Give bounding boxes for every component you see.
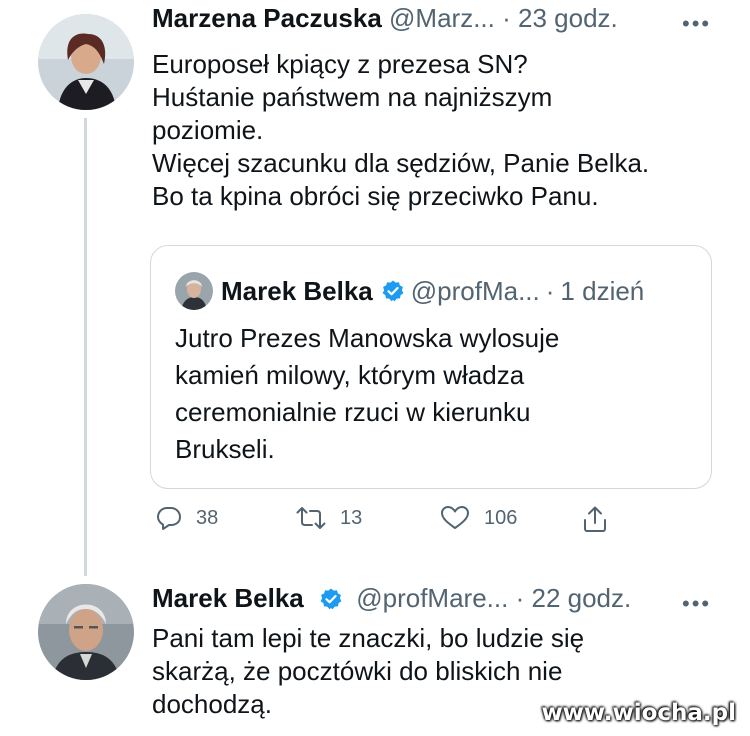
quote-line: ceremonialnie rzuci w kierunku <box>175 397 531 427</box>
watermark: www.wiocha.pl <box>541 700 736 726</box>
tweet1-author-name[interactable]: Marzena Paczuska <box>152 3 382 33</box>
heart-icon <box>441 506 469 529</box>
tweet2-header: Marek Belka @profMare... · 22 godz. <box>152 582 631 614</box>
quote-text: Jutro Prezes Manowska wylosuje kamień mi… <box>175 320 559 468</box>
tweet1-line: Huśtanie państwem na najniższym <box>152 82 553 112</box>
tweet1-line: Europoseł kpiący z prezesa SN? <box>152 49 528 79</box>
quote-header: Marek Belka @profMa... · 1 dzień <box>175 272 644 310</box>
avatar-marek-belka[interactable] <box>38 584 134 680</box>
quote-line: Brukseli. <box>175 434 275 464</box>
tweet1-text: Europoseł kpiący z prezesa SN? Huśtanie … <box>152 48 649 213</box>
quoted-tweet-card[interactable]: Marek Belka @profMa... · 1 dzień Jutro P… <box>150 245 712 489</box>
reply-count: 38 <box>196 506 219 529</box>
like-button[interactable]: 106 <box>440 505 517 531</box>
verified-badge-icon <box>382 280 404 302</box>
like-count: 106 <box>484 506 518 529</box>
more-dots-icon[interactable]: ••• <box>682 13 711 35</box>
tweet1-timestamp[interactable]: 23 godz. <box>518 3 618 33</box>
verified-badge-icon <box>320 588 342 610</box>
retweet-icon <box>296 507 326 529</box>
thread-connector-line <box>84 118 87 576</box>
quote-avatar <box>175 272 213 310</box>
avatar-marzena[interactable] <box>38 14 134 110</box>
tweet1-header: Marzena Paczuska @Marz... · 23 godz. <box>152 2 618 34</box>
quote-separator: · <box>545 276 555 306</box>
tweet1-line: poziomie. <box>152 115 264 145</box>
quote-line: kamień milowy, którym władza <box>175 360 525 390</box>
tweet2-text: Pani tam lepi te znaczki, bo ludzie się … <box>152 622 584 721</box>
quote-line: Jutro Prezes Manowska wylosuje <box>175 323 560 353</box>
reply-button[interactable]: 38 <box>156 505 218 531</box>
tweet2-author-name[interactable]: Marek Belka <box>152 583 304 613</box>
tweet2-handle[interactable]: @profMare... <box>356 583 508 613</box>
tweet1-action-bar: 38 13 106 <box>150 505 620 541</box>
more-dots-icon[interactable]: ••• <box>682 593 711 615</box>
tweet2-timestamp[interactable]: 22 godz. <box>531 583 631 613</box>
tweet1-separator: · <box>502 3 511 33</box>
share-button[interactable] <box>582 505 622 533</box>
tweet1-handle[interactable]: @Marz... <box>389 3 495 33</box>
tweet2-separator: · <box>515 583 525 613</box>
tweet2-line: skarżą, że pocztówki do bliskich nie <box>152 656 563 686</box>
tweet1-line: Bo ta kpina obróci się przeciwko Panu. <box>152 181 599 211</box>
tweet2-line: Pani tam lepi te znaczki, bo ludzie się <box>152 623 585 653</box>
retweet-count: 13 <box>340 506 363 529</box>
quote-timestamp[interactable]: 1 dzień <box>560 275 644 307</box>
reply-icon <box>157 507 181 530</box>
quote-handle[interactable]: @profMa... <box>411 275 540 307</box>
quote-author-name[interactable]: Marek Belka <box>221 275 373 307</box>
share-icon <box>584 506 606 532</box>
tweet1-line: Więcej szacunku dla sędziów, Panie Belka… <box>152 148 650 178</box>
retweet-button[interactable]: 13 <box>296 505 362 531</box>
tweet2-line: dochodzą. <box>152 689 272 719</box>
